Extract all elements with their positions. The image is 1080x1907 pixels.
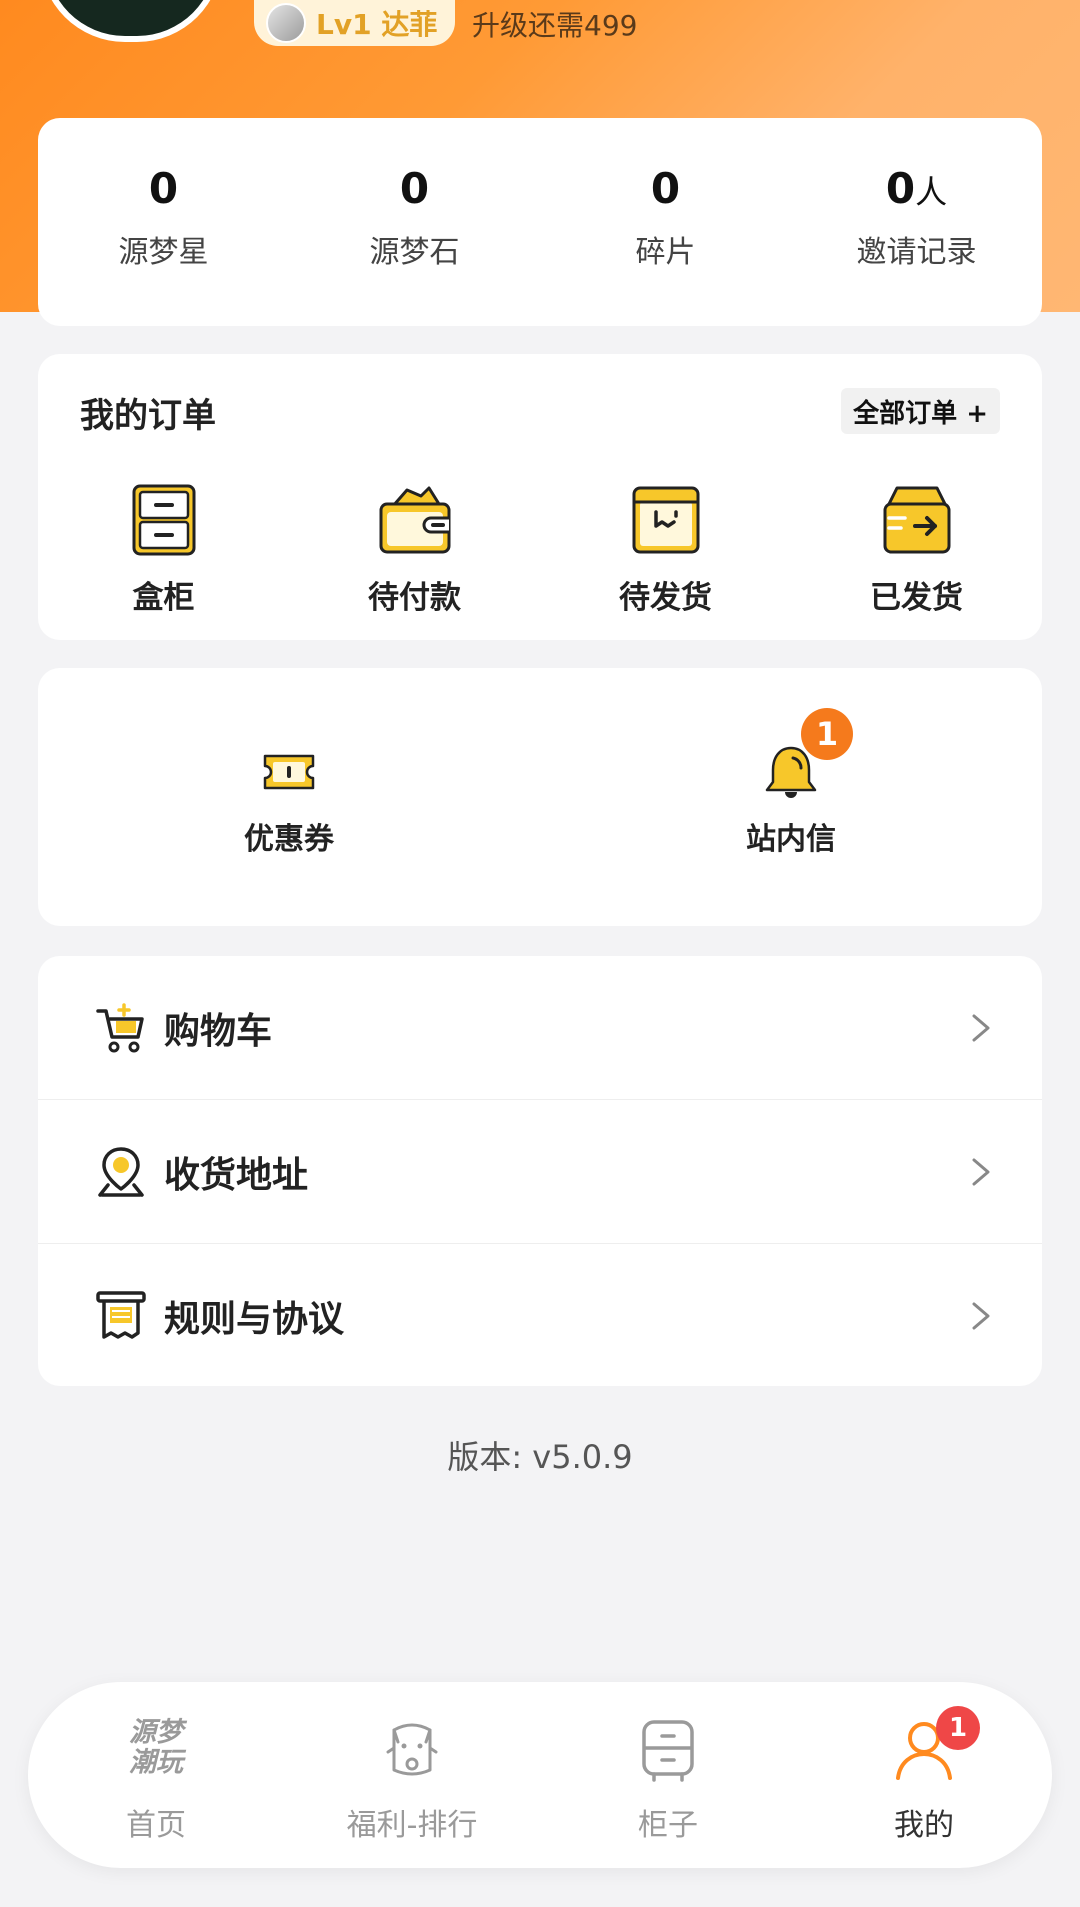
inbox-unread-badge: 1 xyxy=(801,708,853,760)
stat-value: 0人 xyxy=(885,164,948,213)
menu-item-cart[interactable]: 购物车 xyxy=(38,956,1042,1100)
app-version-text: 版本: v5.0.9 xyxy=(447,1438,633,1476)
tool-coupons[interactable]: 优惠券 xyxy=(38,668,540,926)
stat-value: 0 xyxy=(148,164,179,213)
nav-item-home[interactable]: 源梦 潮玩 首页 xyxy=(28,1682,284,1868)
bottom-navigation: 源梦 潮玩 首页 福利-排行 柜子 1 我的 xyxy=(28,1682,1052,1868)
package-box-icon xyxy=(632,486,699,554)
menu-item-shipping-address[interactable]: 收货地址 xyxy=(38,1100,1042,1244)
nav-label: 首页 xyxy=(126,1808,186,1843)
profile-page: Lv1 达菲 升级还需499 0 源梦星 0 源梦石 0 碎片 0人 邀请记录 … xyxy=(0,0,1080,1907)
stat-invite-records[interactable]: 0人 邀请记录 xyxy=(791,118,1042,326)
tool-label: 站内信 xyxy=(746,822,836,857)
order-label: 盒柜 xyxy=(132,580,195,616)
chevron-right-icon xyxy=(972,1014,990,1041)
stat-label: 碎片 xyxy=(635,235,696,270)
stat-yuanmengxing[interactable]: 0 源梦星 xyxy=(38,118,289,326)
menu-label: 收货地址 xyxy=(164,1154,309,1196)
menu-list-card: 购物车 收货地址 规则与协议 xyxy=(38,956,1042,1386)
stat-value: 0 xyxy=(650,164,681,213)
nav-item-cabinet[interactable]: 柜子 xyxy=(540,1682,796,1868)
level-badge[interactable]: Lv1 达菲 xyxy=(254,0,456,46)
document-icon xyxy=(96,1290,146,1339)
level-label: Lv1 达菲 xyxy=(316,8,438,41)
menu-item-rules-agreements[interactable]: 规则与协议 xyxy=(38,1244,1042,1387)
my-orders-card: 我的订单 全部订单 + 盒柜 待付款 待发货 已发货 xyxy=(38,354,1042,640)
tool-label: 优惠券 xyxy=(244,822,334,857)
nav-item-mine[interactable]: 1 我的 xyxy=(796,1682,1052,1868)
chevron-right-icon xyxy=(972,1158,990,1185)
home-brand-logo-icon: 源梦 潮玩 xyxy=(129,1717,183,1778)
menu-label: 规则与协议 xyxy=(164,1298,345,1340)
nav-label: 柜子 xyxy=(638,1808,698,1843)
order-label: 待付款 xyxy=(368,580,461,616)
cabinet-nav-icon xyxy=(642,1720,694,1782)
order-label: 待发货 xyxy=(619,580,712,616)
coupon-icon xyxy=(263,754,315,790)
chevron-right-icon xyxy=(972,1302,990,1329)
nav-label: 福利-排行 xyxy=(346,1808,478,1843)
stats-card: 0 源梦星 0 源梦石 0 碎片 0人 邀请记录 xyxy=(38,118,1042,326)
order-cabinet[interactable]: 盒柜 xyxy=(38,482,289,617)
stat-value: 0 xyxy=(399,164,430,213)
order-label: 已发货 xyxy=(870,580,963,616)
order-pending-payment[interactable]: 待付款 xyxy=(289,482,540,617)
stat-label: 源梦石 xyxy=(369,235,460,270)
stat-fragments[interactable]: 0 碎片 xyxy=(540,118,791,326)
location-pin-icon xyxy=(98,1146,144,1197)
menu-label: 购物车 xyxy=(164,1010,273,1052)
nav-label: 我的 xyxy=(894,1808,954,1843)
mine-notification-badge: 1 xyxy=(936,1706,980,1750)
lucky-cat-icon xyxy=(386,1723,438,1776)
shipped-box-icon xyxy=(883,486,950,554)
stat-label: 源梦星 xyxy=(118,235,209,270)
upgrade-progress-text: 升级还需499 xyxy=(472,9,638,42)
cabinet-icon xyxy=(132,484,195,556)
cart-icon xyxy=(96,1002,144,1052)
order-pending-shipment[interactable]: 待发货 xyxy=(540,482,791,617)
orders-title: 我的订单 xyxy=(80,396,216,436)
all-orders-button[interactable]: 全部订单 + xyxy=(841,388,1000,434)
nav-item-welfare-ranking[interactable]: 福利-排行 xyxy=(284,1682,540,1868)
stat-yuanmengshi[interactable]: 0 源梦石 xyxy=(289,118,540,326)
tools-card: 优惠券 1 站内信 xyxy=(38,668,1042,926)
stat-label: 邀请记录 xyxy=(856,235,977,270)
level-medal-icon xyxy=(266,3,306,43)
wallet-icon xyxy=(379,486,450,554)
order-shipped[interactable]: 已发货 xyxy=(791,482,1042,617)
tool-inbox[interactable]: 1 站内信 xyxy=(540,668,1042,926)
